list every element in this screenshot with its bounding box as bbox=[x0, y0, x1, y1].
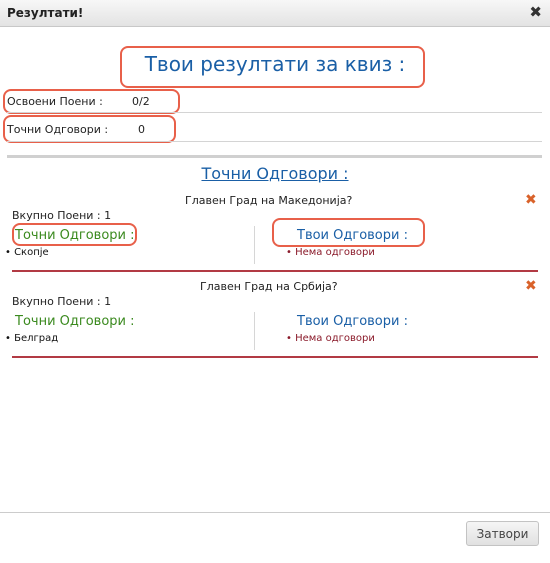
correct-count-value: 0 bbox=[138, 123, 145, 136]
correct-answer-text: Белград bbox=[14, 333, 59, 344]
your-answer-item: • Нема одговори bbox=[286, 247, 375, 258]
window-title: Резултати! bbox=[7, 6, 84, 20]
column-divider bbox=[254, 226, 255, 264]
correct-count-label: Точни Одговори : bbox=[7, 123, 109, 136]
your-answers-header: Твои Одговори : bbox=[297, 228, 408, 243]
correct-answers-section-title: Точни Одговори : bbox=[201, 164, 349, 183]
question-points: Вкупно Поени : 1 bbox=[12, 209, 112, 222]
question-separator bbox=[12, 356, 538, 358]
question-text: Главен Град на Србија? bbox=[200, 280, 338, 293]
correct-answers-header: Точни Одговори : bbox=[15, 228, 135, 243]
section-divider bbox=[7, 155, 542, 158]
wrong-mark-icon: ✖ bbox=[525, 192, 537, 208]
correct-answer-text: Скопје bbox=[14, 247, 49, 258]
correct-answer-item: • Белград bbox=[5, 333, 59, 344]
question-text: Главен Град на Македонија? bbox=[185, 194, 353, 207]
results-heading: Твои резултати за квиз : bbox=[144, 52, 406, 76]
divider bbox=[7, 112, 542, 113]
footer-divider bbox=[0, 512, 550, 513]
correct-answers-header: Точни Одговори : bbox=[15, 314, 135, 329]
question-separator bbox=[12, 270, 538, 272]
title-bar: Резултати! ✖ bbox=[0, 0, 550, 27]
divider bbox=[7, 141, 542, 142]
your-answers-header: Твои Одговори : bbox=[297, 314, 408, 329]
your-answer-text: Нема одговори bbox=[295, 247, 375, 258]
points-label: Освоени Поени : bbox=[7, 95, 103, 108]
close-icon[interactable]: ✖ bbox=[529, 4, 542, 20]
points-value: 0/2 bbox=[132, 95, 150, 108]
column-divider bbox=[254, 312, 255, 350]
your-answer-text: Нема одговори bbox=[295, 333, 375, 344]
correct-answer-item: • Скопје bbox=[5, 247, 49, 258]
your-answer-item: • Нема одговори bbox=[286, 333, 375, 344]
question-points: Вкупно Поени : 1 bbox=[12, 295, 112, 308]
close-button[interactable]: Затвори bbox=[466, 521, 539, 546]
points-row: Освоени Поени : 0/2 bbox=[7, 95, 150, 108]
wrong-mark-icon: ✖ bbox=[525, 278, 537, 294]
correct-count-row: Точни Одговори : 0 bbox=[7, 123, 145, 136]
